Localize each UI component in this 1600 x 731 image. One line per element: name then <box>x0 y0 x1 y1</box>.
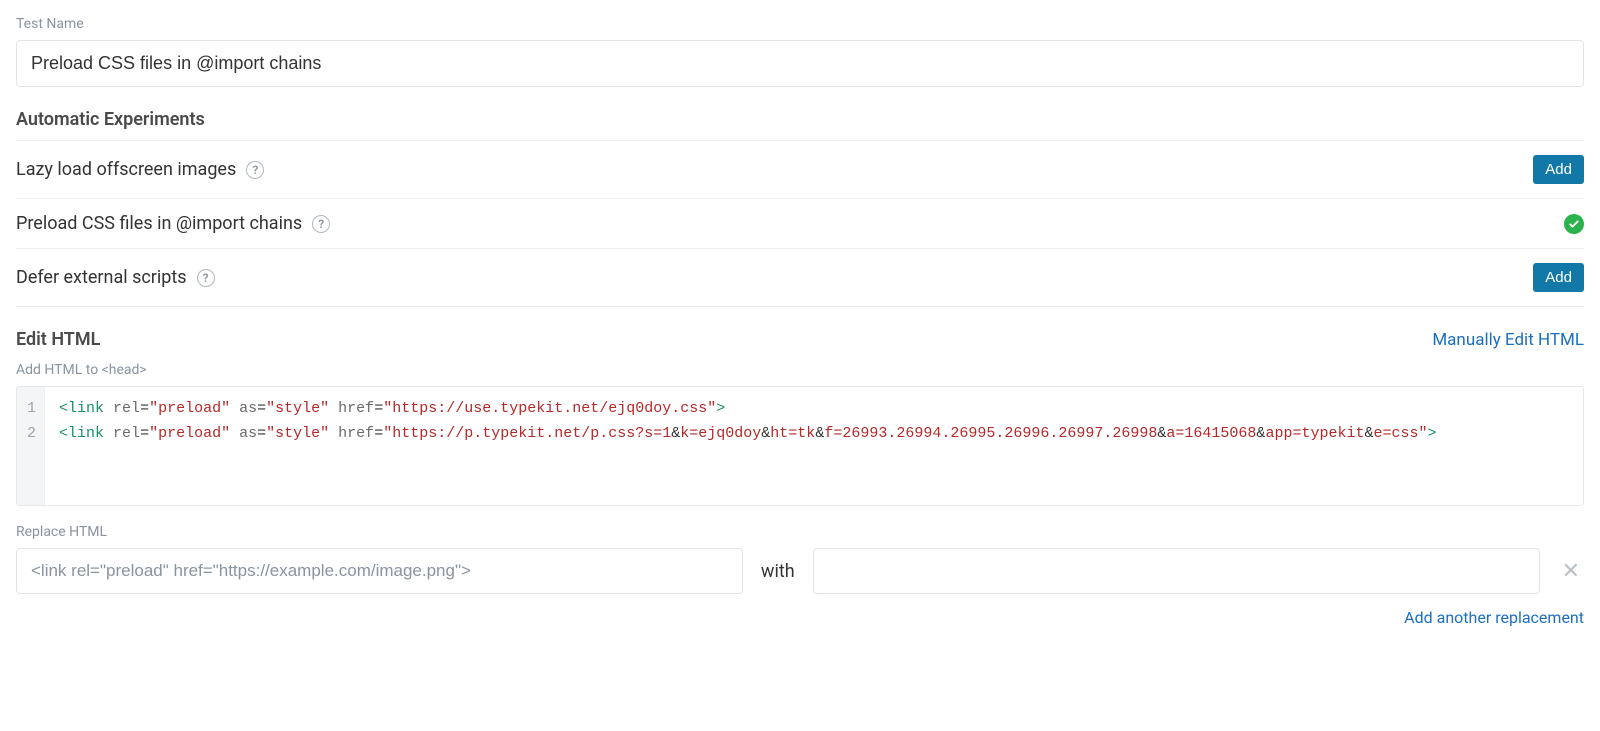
add-button[interactable]: Add <box>1533 155 1584 184</box>
edit-html-heading: Edit HTML <box>16 329 100 350</box>
code-editor[interactable]: 12 <link rel="preload" as="style" href="… <box>16 386 1584 506</box>
replace-html-label: Replace HTML <box>16 524 1584 540</box>
experiment-label: Preload CSS files in @import chains <box>16 213 302 234</box>
help-icon[interactable]: ? <box>246 161 264 179</box>
experiment-row: Defer external scripts ? Add <box>16 249 1584 307</box>
help-icon[interactable]: ? <box>197 269 215 287</box>
add-head-label: Add HTML to <head> <box>16 362 1584 378</box>
code-area[interactable]: <link rel="preload" as="style" href="htt… <box>45 387 1583 505</box>
help-icon[interactable]: ? <box>312 215 330 233</box>
replace-from-input[interactable] <box>16 548 743 594</box>
experiments-heading: Automatic Experiments <box>16 109 1584 130</box>
with-label: with <box>761 561 795 582</box>
test-name-input[interactable] <box>16 40 1584 87</box>
replace-to-input[interactable] <box>813 548 1540 594</box>
test-name-label: Test Name <box>16 16 1584 32</box>
check-icon <box>1564 214 1584 234</box>
experiment-list: Lazy load offscreen images ? Add Preload… <box>16 140 1584 307</box>
experiment-row: Preload CSS files in @import chains ? <box>16 199 1584 249</box>
replace-row: with ✕ <box>16 548 1584 594</box>
add-button[interactable]: Add <box>1533 263 1584 292</box>
code-gutter: 12 <box>17 387 45 505</box>
close-icon[interactable]: ✕ <box>1558 559 1584 584</box>
experiment-label: Lazy load offscreen images <box>16 159 236 180</box>
experiment-label: Defer external scripts <box>16 267 187 288</box>
manually-edit-html-link[interactable]: Manually Edit HTML <box>1432 330 1584 350</box>
experiment-row: Lazy load offscreen images ? Add <box>16 141 1584 199</box>
add-replacement-link[interactable]: Add another replacement <box>1404 608 1584 627</box>
